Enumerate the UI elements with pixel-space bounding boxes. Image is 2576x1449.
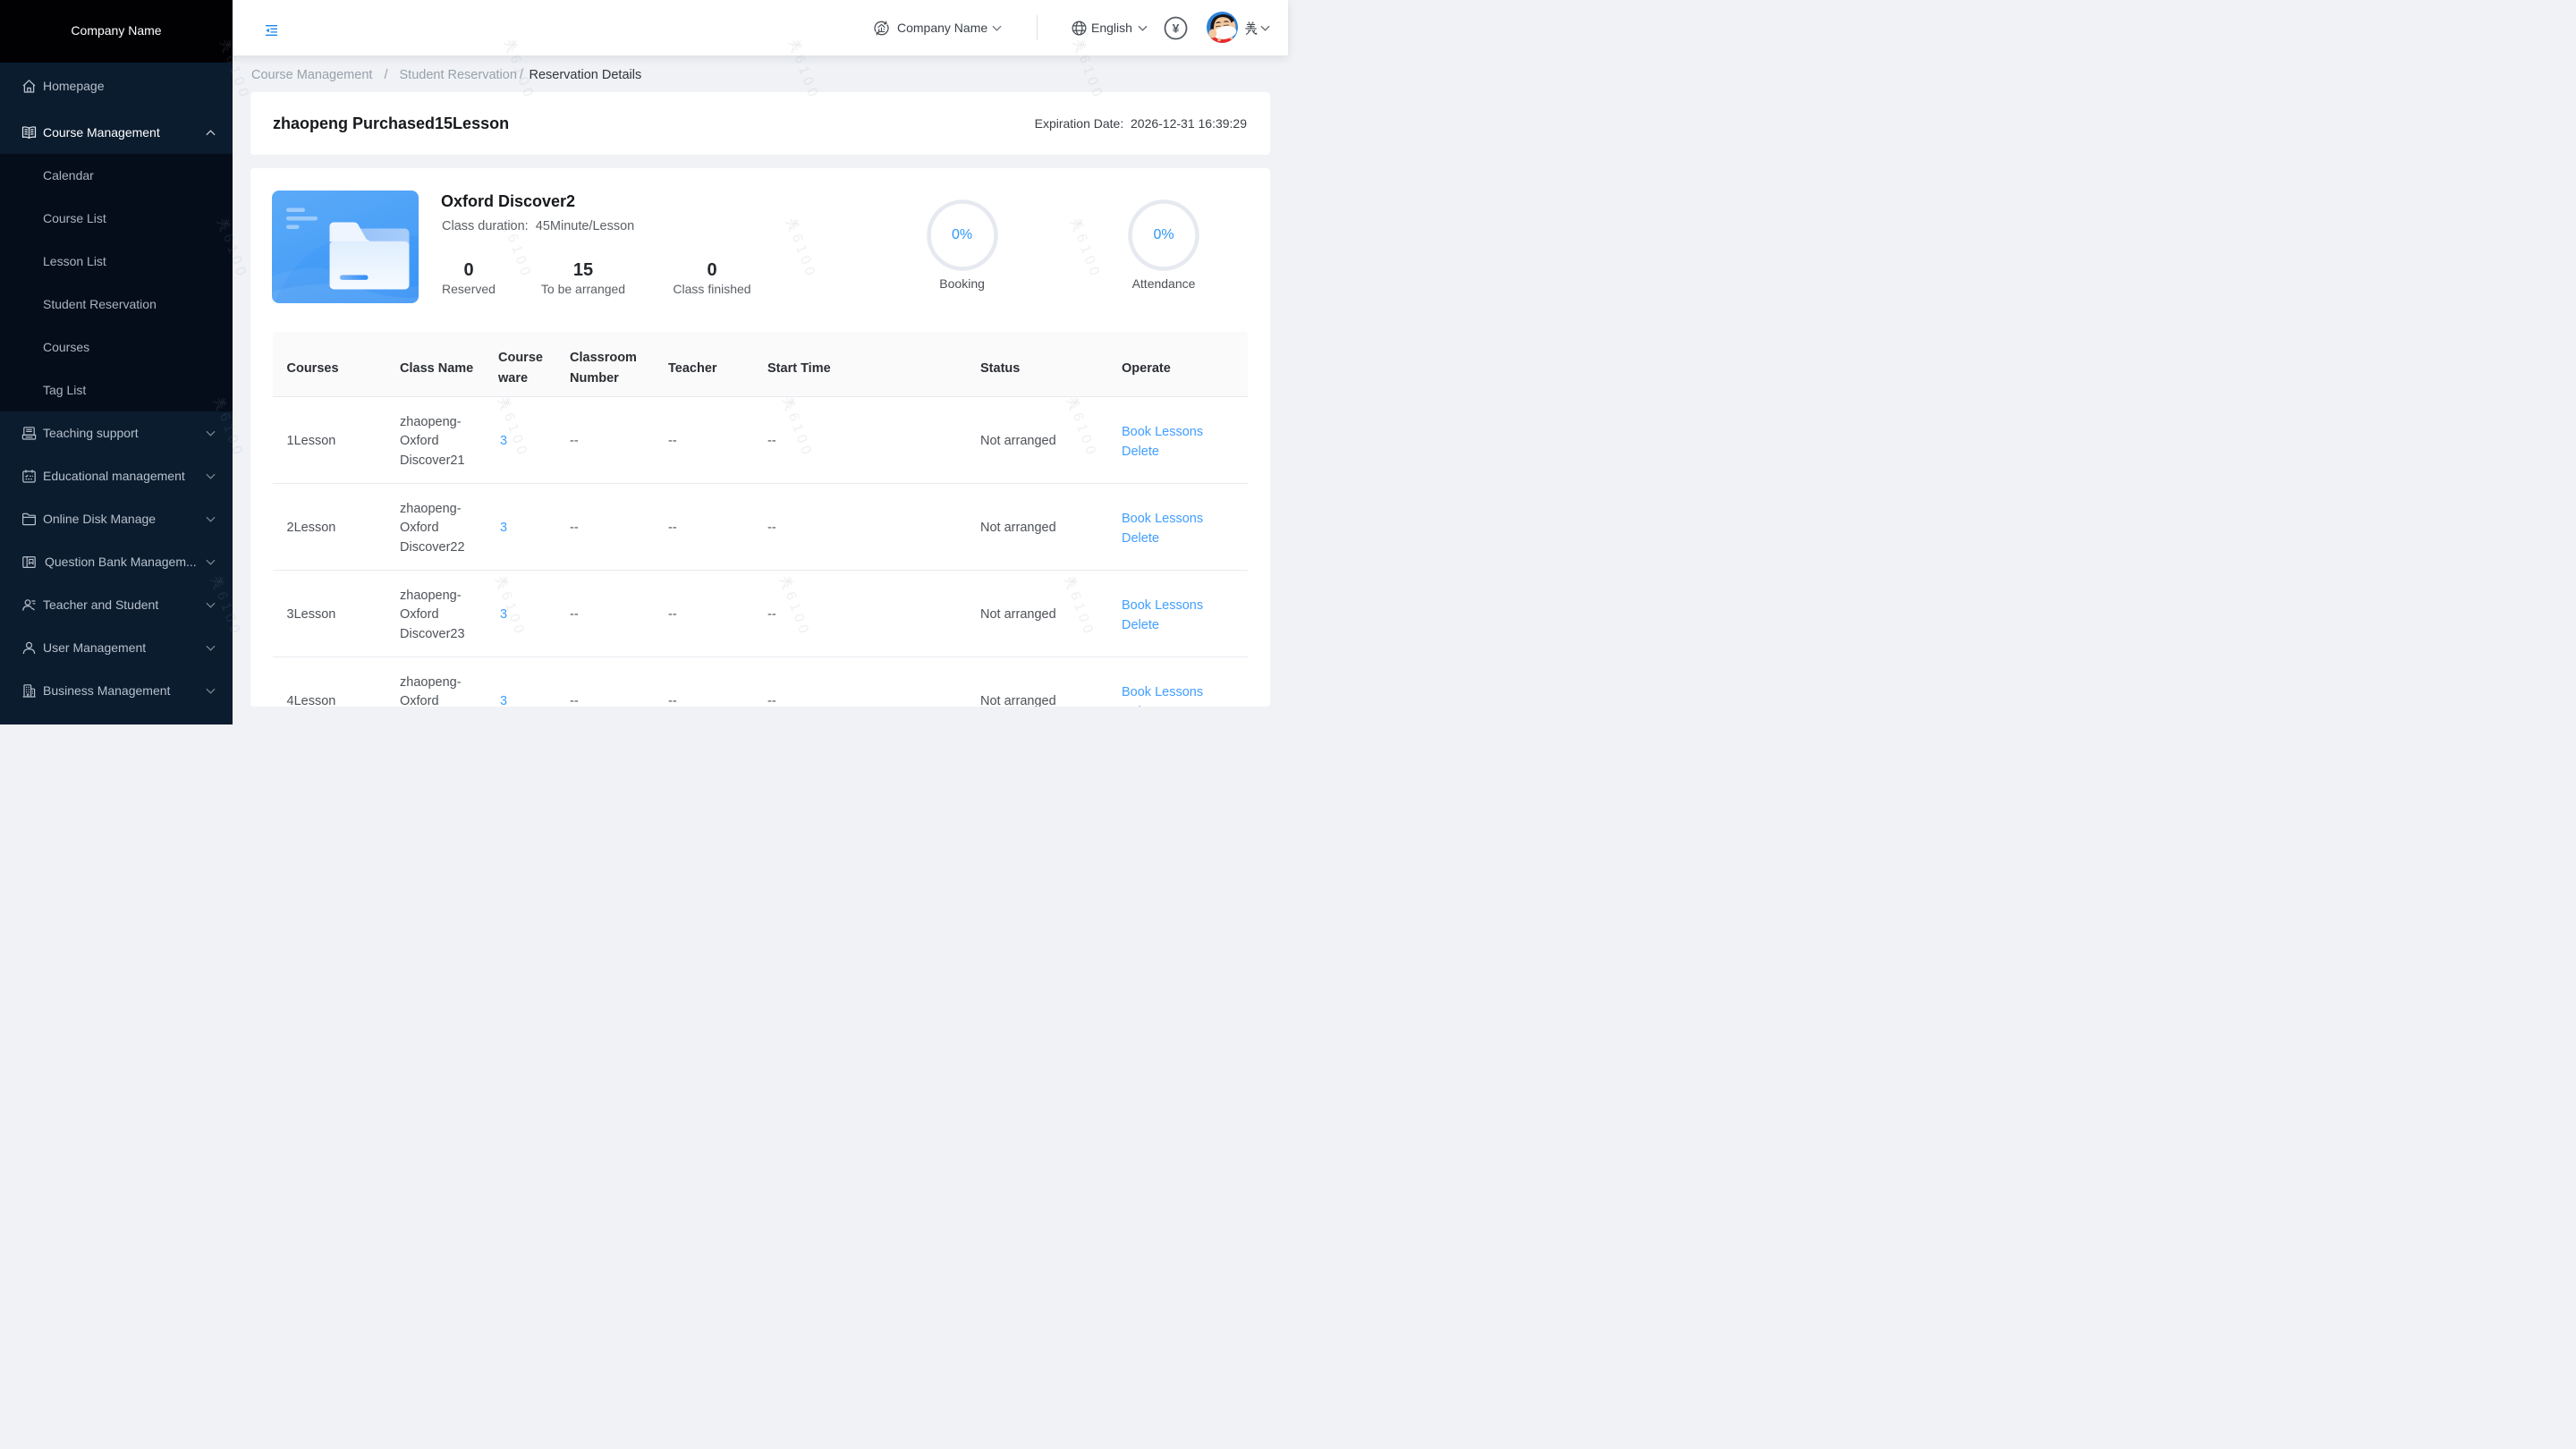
svg-text:¥: ¥ xyxy=(1173,21,1180,36)
